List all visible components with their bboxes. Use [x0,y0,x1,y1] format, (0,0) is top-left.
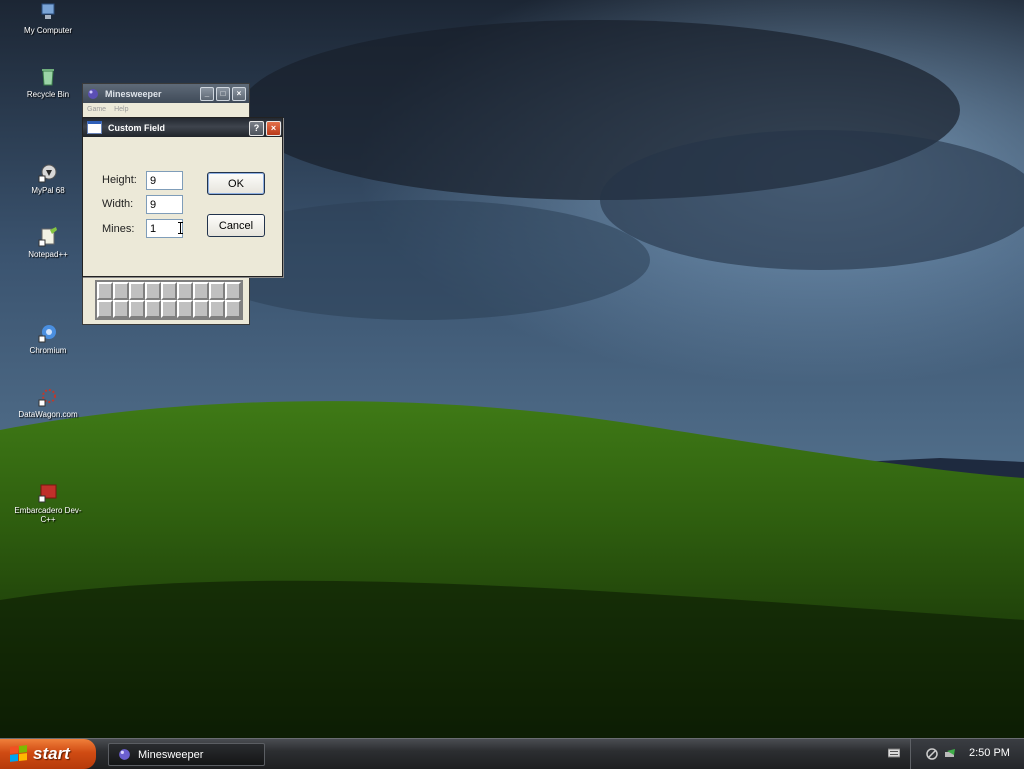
mine-cell[interactable] [177,282,193,300]
mine-cell[interactable] [193,300,209,318]
mine-cell[interactable] [225,282,241,300]
desktop-icon-datawagon[interactable]: DataWagon.com [8,386,88,419]
mine-cell[interactable] [161,300,177,318]
mine-cell[interactable] [193,282,209,300]
mypal-icon [38,164,57,183]
mine-cell[interactable] [161,282,177,300]
close-icon[interactable]: × [266,121,281,136]
desktop-icon-devcpp[interactable]: Embarcadero Dev-C++ [8,482,88,524]
desktop-icon-label: DataWagon.com [18,410,78,419]
ok-button[interactable]: OK [207,172,265,195]
mines-label: Mines: [102,223,135,235]
cancel-button[interactable]: Cancel [207,214,265,237]
notepad-plus-plus-icon [38,227,57,247]
taskbar-button-minesweeper[interactable]: Minesweeper [108,743,265,766]
safely-remove-hardware-icon[interactable] [943,747,957,761]
dialog-title: Custom Field [108,122,166,133]
mine-cell[interactable] [225,300,241,318]
minimize-button[interactable]: _ [200,87,214,101]
keyboard-icon[interactable] [888,748,900,758]
start-label: start [33,744,70,763]
taskbar-button-label: Minesweeper [138,748,204,761]
recycle-bin-icon [42,69,54,86]
desktop-icon-my-computer[interactable]: My Computer [8,2,88,35]
desktop-icon-label: Embarcadero Dev-C++ [14,506,82,524]
question-icon[interactable]: ? [249,121,264,136]
width-field[interactable] [146,195,183,214]
mine-cell[interactable] [97,282,113,300]
desktop-icon-chromium[interactable]: Chromium [8,322,88,355]
desktop-icon-mypal[interactable]: MyPal 68 [8,162,88,195]
mine-cell[interactable] [209,300,225,318]
minesweeper-menu-bar: Game Help [83,103,249,115]
text-cursor-icon [178,222,183,234]
desktop-icon-label: Recycle Bin [26,90,70,99]
windows-logo-icon [10,745,27,763]
computer-icon [41,3,55,19]
mine-cell[interactable] [145,282,161,300]
mine-icon [119,749,130,760]
mine-cell[interactable] [129,282,145,300]
desktop-icon-label: Chromium [29,346,67,355]
system-tray: 2:50 PM [910,739,1024,769]
mine-cell[interactable] [145,300,161,318]
chromium-icon [38,325,56,343]
mine-cell[interactable] [113,282,129,300]
desktop-icon-label: Notepad++ [28,250,68,259]
minesweeper-title-bar[interactable]: Minesweeper _ □ × [83,84,249,103]
start-button[interactable]: start [0,739,96,769]
desktop-icon-label: My Computer [23,26,72,35]
height-label: Height: [102,174,137,186]
mine-cell[interactable] [177,300,193,318]
desktop: My Computer Recycle Bin MyPal 68 Notepad… [0,0,1024,738]
mine-cell[interactable] [97,300,113,318]
mine-cell[interactable] [129,300,145,318]
network-icon[interactable] [925,747,939,761]
width-label: Width: [102,198,134,210]
desktop-icon-recycle-bin[interactable]: Recycle Bin [8,66,88,99]
custom-field-dialog[interactable]: Custom Field ? × Height: Width: Mines: O… [82,117,283,277]
mine-icon [88,88,98,99]
height-field[interactable] [146,171,183,190]
maximize-button[interactable]: □ [216,87,230,101]
menu-game[interactable]: Game [87,106,106,113]
desktop-icon-notepadpp[interactable]: Notepad++ [8,226,88,259]
mine-cell[interactable] [113,300,129,318]
taskbar: start Minesweeper 2:50 PM [0,738,1024,769]
mine-cell[interactable] [209,282,225,300]
datawagon-icon [38,389,56,407]
window-icon [87,121,102,134]
close-button[interactable]: × [232,87,246,101]
menu-help[interactable]: Help [114,106,128,113]
minefield-grid[interactable] [95,280,243,320]
dialog-title-bar[interactable]: Custom Field ? × [83,118,282,137]
minesweeper-title: Minesweeper [105,88,162,99]
clock[interactable]: 2:50 PM [969,747,1010,759]
dev-cpp-icon [38,484,57,503]
desktop-icon-label: MyPal 68 [31,186,65,195]
